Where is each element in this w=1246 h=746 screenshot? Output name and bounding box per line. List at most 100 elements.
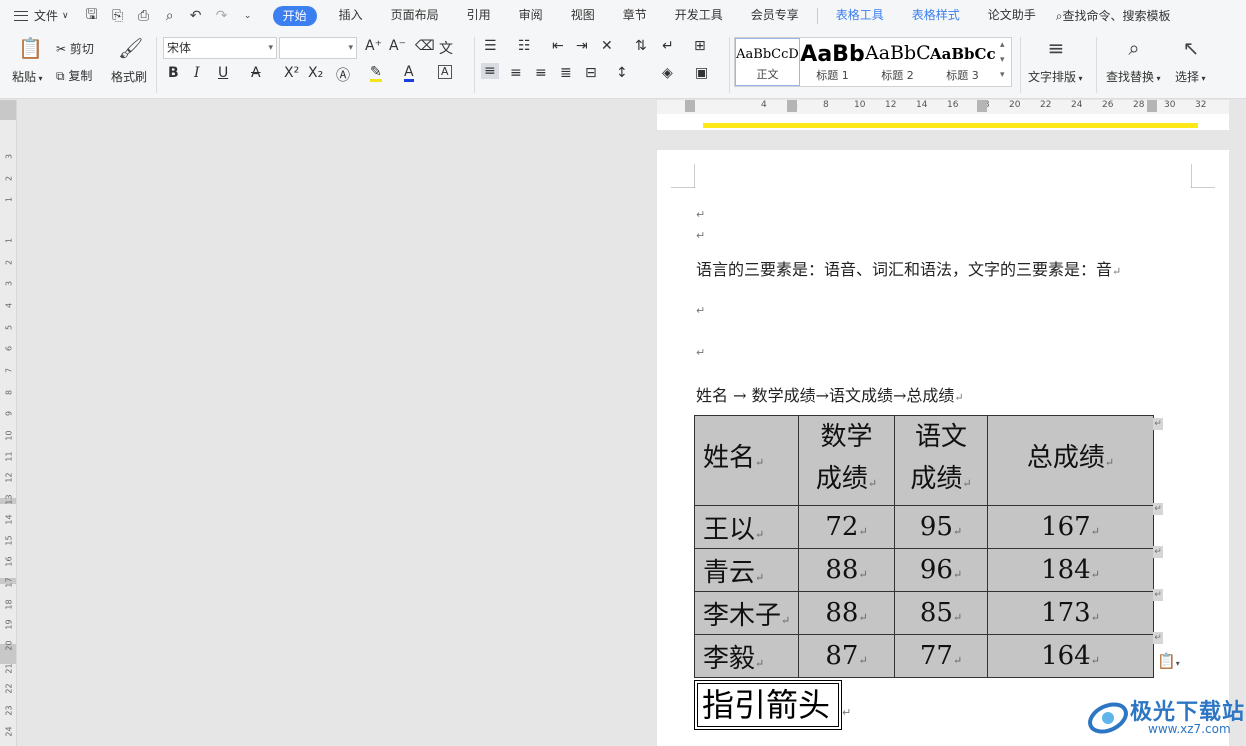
table-cell[interactable]: 青云↵ — [694, 548, 799, 592]
table-cell[interactable]: 164↵ — [987, 634, 1154, 678]
ruler-indent-marker[interactable] — [787, 100, 797, 112]
font-color-icon[interactable]: A — [404, 65, 414, 82]
numbered-list-icon[interactable]: ☷ — [518, 38, 531, 54]
bold-icon[interactable]: B — [168, 65, 179, 81]
text-layout-icon[interactable]: ≡ — [1044, 36, 1068, 60]
italic-icon[interactable]: I — [194, 65, 200, 81]
print-icon[interactable]: ⎙ — [135, 8, 153, 24]
save-icon[interactable]: 🖫 — [83, 4, 101, 28]
font-name-select[interactable]: 宋体 ▾ — [163, 37, 277, 59]
ruler-indent-marker[interactable] — [1147, 100, 1157, 112]
tab-member[interactable]: 会员专享 — [737, 0, 813, 31]
ruler-indent-marker[interactable] — [685, 100, 695, 112]
table-header-cell[interactable]: 姓名↵ — [694, 415, 799, 506]
file-menu[interactable]: 文件 ∨ — [0, 0, 77, 31]
export-pdf-icon[interactable]: ⎘ — [109, 8, 127, 24]
paste-icon[interactable]: 📋 — [18, 36, 43, 60]
shading-icon[interactable]: ◈ — [662, 65, 673, 81]
tab-page-layout[interactable]: 页面布局 — [377, 0, 453, 31]
scores-table[interactable]: 姓名↵ 数学 成绩↵ 语文 成绩↵ 总成绩↵ 王以↵ 72↵ 95↵ 167↵ 青云… — [694, 415, 1154, 678]
table-cell[interactable]: 77↵ — [894, 634, 988, 678]
table-cell[interactable]: 王以↵ — [694, 505, 799, 549]
redo-icon[interactable]: ↷ — [213, 8, 231, 24]
subscript-icon[interactable]: X₂ — [308, 65, 323, 81]
tab-developer[interactable]: 开发工具 — [661, 0, 737, 31]
table-header-cell[interactable]: 总成绩↵ — [987, 415, 1154, 506]
style-heading-3[interactable]: AaBbCcI 标题 3 — [930, 38, 995, 86]
borders-icon[interactable]: ▣ — [695, 65, 708, 81]
phonetic-guide-icon[interactable]: 文 — [439, 38, 453, 58]
table-cell[interactable]: 88↵ — [798, 591, 895, 635]
scissors-icon: ✂ — [56, 42, 67, 56]
tab-view[interactable]: 视图 — [557, 0, 609, 31]
superscript-icon[interactable]: X² — [284, 65, 299, 81]
table-header-cell[interactable]: 数学 成绩↵ — [798, 415, 895, 506]
format-painter-button[interactable]: 格式刷 — [111, 68, 147, 85]
align-left-icon[interactable]: ≡ — [481, 63, 499, 79]
distribute-icon[interactable]: ⊟ — [585, 65, 597, 81]
magnifier-icon[interactable]: ⌕ — [1122, 36, 1146, 60]
align-right-icon[interactable]: ≡ — [535, 65, 547, 81]
underline-icon[interactable]: U — [218, 65, 228, 81]
customize-chevron-icon[interactable]: ⌄ — [239, 11, 257, 21]
table-cell[interactable]: 88↵ — [798, 548, 895, 592]
style-heading-2[interactable]: AaBbC 标题 2 — [865, 38, 930, 86]
text-box[interactable]: 指引箭头 — [694, 680, 842, 730]
styles-scroll[interactable]: ▴ ▾ ▾ — [1000, 38, 1005, 83]
grow-font-icon[interactable]: A⁺ — [365, 38, 382, 54]
undo-icon[interactable]: ↶ — [187, 8, 205, 24]
paste-button[interactable]: 粘贴 ▾ — [12, 68, 43, 85]
table-cell[interactable]: 李木子↵ — [694, 591, 799, 635]
chinese-layout-icon[interactable]: ✕ — [601, 38, 613, 54]
copy-button[interactable]: ⧉ 复制 — [56, 67, 92, 84]
strikethrough-icon[interactable]: A — [251, 65, 261, 81]
increase-indent-icon[interactable]: ⇥ — [576, 38, 588, 54]
find-replace-button[interactable]: 查找替换 ▾ — [1106, 68, 1161, 85]
cursor-icon[interactable]: ↖ — [1180, 36, 1202, 60]
line-spacing-icon[interactable]: ↕ — [616, 65, 628, 81]
format-painter-icon[interactable]: 🖌 — [118, 36, 143, 60]
sort-icon[interactable]: ⇅ — [635, 38, 647, 54]
text-line[interactable]: 语言的三要素是：语音、词汇和语法，文字的三要素是：音↵ — [696, 256, 1121, 280]
tab-home[interactable]: 开始 — [272, 5, 317, 26]
tab-references[interactable]: 引用 — [453, 0, 505, 31]
table-cell[interactable]: 95↵ — [894, 505, 988, 549]
table-cell[interactable]: 72↵ — [798, 505, 895, 549]
table-cell[interactable]: 96↵ — [894, 548, 988, 592]
tab-review[interactable]: 审阅 — [505, 0, 557, 31]
paste-options-icon[interactable]: 📋▾ — [1157, 652, 1180, 670]
text-effect-icon[interactable]: Ⓐ — [336, 65, 350, 85]
highlight-icon[interactable]: ✎ — [370, 65, 382, 82]
justify-icon[interactable]: ≣ — [560, 65, 572, 81]
tab-paper-assistant[interactable]: 论文助手 — [974, 0, 1050, 31]
tab-stop-icon[interactable]: ⊞ — [694, 38, 706, 54]
table-cell[interactable]: 167↵ — [987, 505, 1154, 549]
shrink-font-icon[interactable]: A⁻ — [389, 38, 406, 54]
select-button[interactable]: 选择 ▾ — [1175, 68, 1206, 85]
table-cell[interactable]: 李毅↵ — [694, 634, 799, 678]
tab-separated-header-line[interactable]: 姓名 → 数学成绩→语文成绩→总成绩↵ — [696, 382, 964, 406]
bullet-list-icon[interactable]: ☰ — [484, 38, 497, 54]
show-marks-icon[interactable]: ↵ — [662, 38, 674, 54]
cut-button[interactable]: ✂ 剪切 — [56, 40, 94, 57]
decrease-indent-icon[interactable]: ⇤ — [552, 38, 564, 54]
table-cell[interactable]: 85↵ — [894, 591, 988, 635]
align-center-icon[interactable]: ≡ — [510, 65, 522, 81]
table-cell[interactable]: 184↵ — [987, 548, 1154, 592]
char-border-icon[interactable]: A — [438, 65, 452, 79]
table-cell[interactable]: 87↵ — [798, 634, 895, 678]
command-search[interactable]: ⌕查找命令、搜索模板 — [1056, 7, 1171, 24]
ruler-indent-marker[interactable] — [977, 100, 987, 112]
print-preview-icon[interactable]: ⌕ — [161, 8, 179, 24]
table-cell[interactable]: 173↵ — [987, 591, 1154, 635]
text-layout-button[interactable]: 文字排版 ▾ — [1028, 68, 1083, 85]
table-header-cell[interactable]: 语文 成绩↵ — [894, 415, 988, 506]
tab-table-tools[interactable]: 表格工具 — [822, 0, 898, 31]
font-size-select[interactable]: ▾ — [279, 37, 357, 59]
tab-insert[interactable]: 插入 — [325, 0, 377, 31]
style-heading-1[interactable]: AaBb 标题 1 — [800, 38, 865, 86]
tab-table-style[interactable]: 表格样式 — [898, 0, 974, 31]
tab-chapter[interactable]: 章节 — [609, 0, 661, 31]
style-normal[interactable]: AaBbCcD 正文 — [735, 38, 800, 86]
clear-format-icon[interactable]: ⌫ — [415, 38, 435, 54]
